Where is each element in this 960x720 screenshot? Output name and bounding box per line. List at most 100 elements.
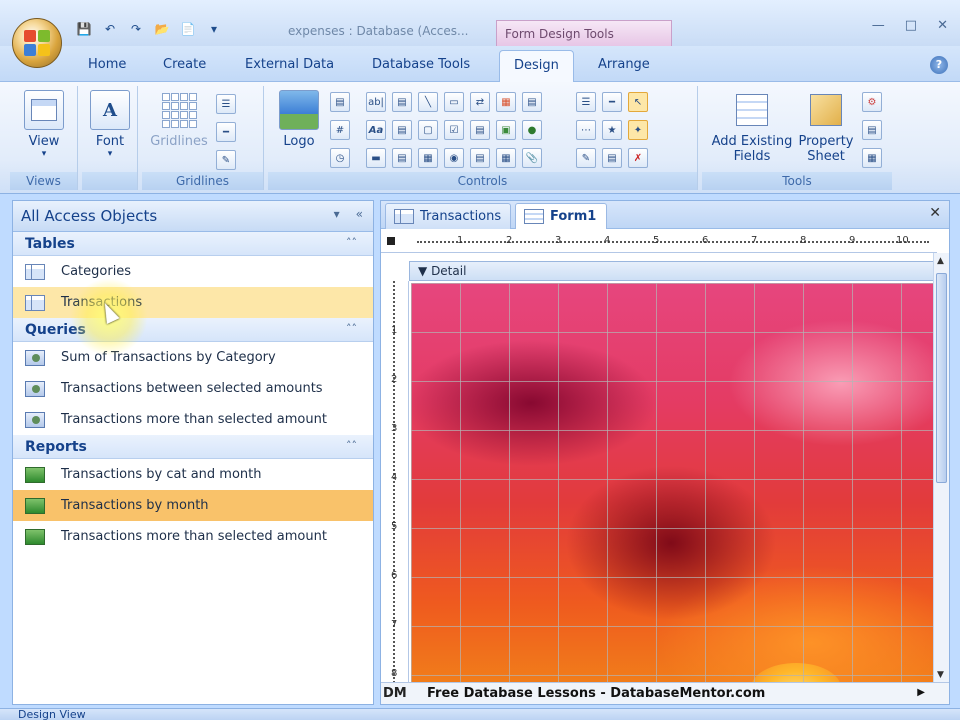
scroll-right-icon[interactable]: ▶ xyxy=(917,687,925,698)
nav-item-report[interactable]: Transactions by cat and month xyxy=(13,459,373,490)
rectangle-control-icon[interactable]: ▭ xyxy=(444,92,464,112)
unbound-object-icon[interactable]: ▦ xyxy=(496,148,516,168)
nav-item-query[interactable]: Sum of Transactions by Category xyxy=(13,342,373,373)
nav-item-report-selected[interactable]: Transactions by month xyxy=(13,490,373,521)
combo-box-icon[interactable]: ▤ xyxy=(392,120,412,140)
collapse-icon[interactable]: ˄˄ xyxy=(346,236,357,249)
nav-item-transactions[interactable]: Transactions xyxy=(13,287,373,318)
nav-item-categories[interactable]: Categories xyxy=(13,256,373,287)
date-time-icon[interactable]: ◷ xyxy=(330,148,350,168)
use-wizards-icon[interactable]: ✦ xyxy=(628,120,648,140)
view-code-icon[interactable]: ▤ xyxy=(862,120,882,140)
select-pointer-icon[interactable]: ↖ xyxy=(628,92,648,112)
quick-access-toolbar: 💾 ↶ ↷ 📂 📄 ▾ xyxy=(74,20,224,38)
bound-object-icon[interactable]: ▣ xyxy=(496,120,516,140)
check-box-icon[interactable]: ☑ xyxy=(444,120,464,140)
line-width-icon[interactable]: ☰ xyxy=(216,94,236,114)
toggle-button-icon[interactable]: ⇄ xyxy=(470,92,490,112)
scroll-down-icon[interactable]: ▼ xyxy=(937,670,944,680)
doc-tab-transactions[interactable]: Transactions xyxy=(385,203,511,229)
page-break-icon[interactable]: ▤ xyxy=(470,148,490,168)
save-icon[interactable]: 💾 xyxy=(74,20,94,38)
attachment-icon[interactable]: 📎 xyxy=(522,148,542,168)
new-icon[interactable]: 📄 xyxy=(178,20,198,38)
nav-item-report[interactable]: Transactions more than selected amount xyxy=(13,521,373,552)
view-label: View xyxy=(28,134,60,149)
border-type-icon[interactable]: ━ xyxy=(602,92,622,112)
office-button[interactable] xyxy=(12,18,62,68)
tab-database-tools[interactable]: Database Tools xyxy=(372,57,470,72)
design-grid xyxy=(411,283,933,683)
border-width-icon[interactable]: ☰ xyxy=(576,92,596,112)
property-sheet-icon xyxy=(806,90,846,130)
line-control-icon[interactable]: ╲ xyxy=(418,92,438,112)
insert-activex-icon[interactable]: ▤ xyxy=(602,148,622,168)
tab-external-data[interactable]: External Data xyxy=(245,57,334,72)
view-button[interactable]: View ▾ xyxy=(18,90,70,159)
textbox-icon[interactable]: ab| xyxy=(366,92,386,112)
label-control-icon[interactable]: ▤ xyxy=(392,92,412,112)
add-existing-fields-label: Add Existing Fields xyxy=(711,134,793,164)
nav-item-label: Sum of Transactions by Category xyxy=(61,350,276,365)
add-existing-fields-button[interactable]: Add Existing Fields xyxy=(706,90,798,164)
hyperlink-icon[interactable]: ● xyxy=(522,120,542,140)
gridlines-button[interactable]: Gridlines xyxy=(146,90,212,149)
nav-item-query[interactable]: Transactions more than selected amount xyxy=(13,404,373,435)
select-form-icon[interactable] xyxy=(387,237,395,245)
line-type-icon[interactable]: ━ xyxy=(216,122,236,142)
scroll-thumb[interactable] xyxy=(936,273,947,483)
shutter-bar-close-icon[interactable]: « xyxy=(356,207,363,221)
collapse-icon[interactable]: ˄˄ xyxy=(346,439,357,452)
tab-create[interactable]: Create xyxy=(163,57,206,72)
tab-control-icon[interactable]: ▤ xyxy=(392,148,412,168)
list-box-icon[interactable]: ▤ xyxy=(470,120,490,140)
subform-new-window-icon[interactable]: ▦ xyxy=(862,148,882,168)
line-color-picker-icon[interactable]: ✎ xyxy=(576,148,596,168)
minimize-icon[interactable]: — xyxy=(872,18,885,33)
doc-tab-form1[interactable]: Form1 xyxy=(515,203,607,229)
form-design-canvas[interactable] xyxy=(411,283,933,683)
detail-section-bar[interactable]: ▼ Detail xyxy=(409,261,935,281)
logo-button[interactable]: Logo xyxy=(274,90,324,149)
collapse-icon[interactable]: ˄˄ xyxy=(346,322,357,335)
open-icon[interactable]: 📂 xyxy=(152,20,172,38)
close-window-icon[interactable]: ✕ xyxy=(937,18,948,33)
option-group-icon[interactable]: ▢ xyxy=(418,120,438,140)
title-icon[interactable]: ▤ xyxy=(330,92,350,112)
nav-item-query[interactable]: Transactions between selected amounts xyxy=(13,373,373,404)
maximize-icon[interactable]: □ xyxy=(905,18,917,33)
delete-control-icon[interactable]: ✗ xyxy=(628,148,648,168)
font-button[interactable]: A Font ▾ xyxy=(88,90,132,159)
tab-home[interactable]: Home xyxy=(88,57,126,72)
special-effect-icon[interactable]: ⋯ xyxy=(576,120,596,140)
nav-group-reports[interactable]: Reports ˄˄ xyxy=(13,435,373,459)
nav-menu-dropdown-icon[interactable]: ▾ xyxy=(334,207,340,221)
view-dropdown-icon[interactable]: ▾ xyxy=(18,149,70,159)
line-color-icon[interactable]: ✎ xyxy=(216,150,236,170)
redo-icon[interactable]: ↷ xyxy=(126,20,146,38)
page-numbers-icon[interactable]: # xyxy=(330,120,350,140)
nav-group-tables[interactable]: Tables ˄˄ xyxy=(13,232,373,256)
chart-icon[interactable]: ▦ xyxy=(496,92,516,112)
customize-qat-icon[interactable]: ▾ xyxy=(204,20,224,38)
close-document-icon[interactable]: ✕ xyxy=(929,205,941,221)
group-label-views: Views xyxy=(10,172,77,190)
scroll-up-icon[interactable]: ▲ xyxy=(937,256,944,266)
vertical-scrollbar[interactable]: ▲ ▼ xyxy=(933,253,949,683)
undo-icon[interactable]: ↶ xyxy=(100,20,120,38)
nav-header[interactable]: All Access Objects ▾ « xyxy=(13,201,373,232)
command-button-icon[interactable]: ▬ xyxy=(366,148,386,168)
nav-group-queries[interactable]: Queries ˄˄ xyxy=(13,318,373,342)
option-button-icon[interactable]: ◉ xyxy=(444,148,464,168)
label-aa-icon[interactable]: Aa xyxy=(366,120,386,140)
help-icon[interactable]: ? xyxy=(930,56,948,74)
image-control-icon[interactable]: ▦ xyxy=(418,148,438,168)
property-sheet-button[interactable]: Property Sheet xyxy=(794,90,858,164)
nav-group-title: Reports xyxy=(25,439,87,455)
subform-icon[interactable]: ▤ xyxy=(522,92,542,112)
tab-arrange[interactable]: Arrange xyxy=(598,57,650,72)
tab-order-icon[interactable]: ⚙ xyxy=(862,92,882,112)
tab-design[interactable]: Design xyxy=(499,50,574,83)
font-dropdown-icon[interactable]: ▾ xyxy=(88,149,132,159)
control-wizards-icon[interactable]: ★ xyxy=(602,120,622,140)
